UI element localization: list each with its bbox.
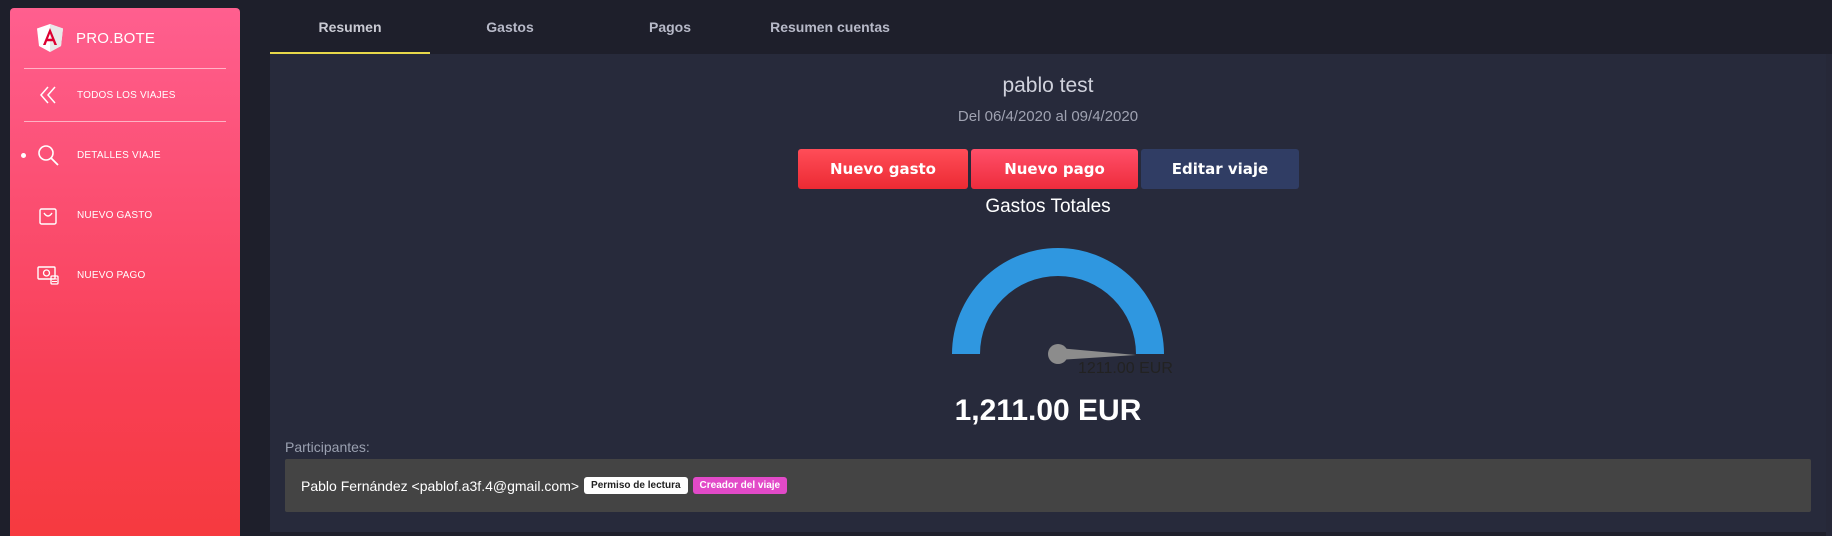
tab-resumen-cuentas[interactable]: Resumen cuentas xyxy=(750,0,910,54)
sidebar-item-trip-details[interactable]: DETALLES VIAJE xyxy=(10,130,240,180)
money-icon xyxy=(36,263,60,287)
brand[interactable]: PRO.BOTE xyxy=(10,8,240,68)
trip-dates: Del 06/4/2020 al 09/4/2020 xyxy=(957,108,1139,125)
divider xyxy=(24,121,226,122)
tab-bar: Resumen Gastos Pagos Resumen cuentas xyxy=(270,0,910,54)
summary-panel: pablo test Del 06/4/2020 al 09/4/2020 Nu… xyxy=(270,54,1826,532)
trip-creator-badge: Creador del viaje xyxy=(692,477,788,494)
new-payment-button[interactable]: Nuevo pago xyxy=(971,149,1138,189)
sidebar-item-label: NUEVO GASTO xyxy=(77,209,153,221)
tab-gastos[interactable]: Gastos xyxy=(430,0,590,54)
sidebar: PRO.BOTE TODOS LOS VIAJES DETALLES VIAJE… xyxy=(10,8,240,536)
participants-list: Pablo Fernández <pablof.a3f.4@gmail.com>… xyxy=(285,459,1811,512)
tab-resumen[interactable]: Resumen xyxy=(270,0,430,54)
participant-name: Pablo Fernández <pablof.a3f.4@gmail.com> xyxy=(301,477,580,494)
action-buttons: Nuevo gasto Nuevo pago Editar viaje xyxy=(798,149,1299,189)
angular-logo-icon xyxy=(37,24,63,52)
read-permission-badge: Permiso de lectura xyxy=(584,477,688,494)
sidebar-item-new-expense[interactable]: NUEVO GASTO xyxy=(10,190,240,240)
gauge-needle xyxy=(1058,348,1136,360)
search-icon xyxy=(36,143,60,167)
scrollbar[interactable] xyxy=(1826,54,1832,536)
gauge-value-label: 1211.00 EUR xyxy=(1078,360,1173,377)
total-amount: 1,211.00 EUR xyxy=(954,394,1142,427)
shopping-bag-icon xyxy=(36,203,60,227)
participants-label: Participantes: xyxy=(285,439,370,455)
sidebar-item-label: DETALLES VIAJE xyxy=(77,149,161,161)
sidebar-item-label: NUEVO PAGO xyxy=(77,269,146,281)
gauge-arc xyxy=(952,248,1164,354)
sidebar-item-all-trips[interactable]: TODOS LOS VIAJES xyxy=(10,69,240,121)
new-expense-button[interactable]: Nuevo gasto xyxy=(798,149,968,189)
active-indicator xyxy=(21,153,26,158)
tab-pagos[interactable]: Pagos xyxy=(590,0,750,54)
total-expenses-label: Gastos Totales xyxy=(985,196,1111,217)
trip-title: pablo test xyxy=(1002,74,1094,97)
sidebar-item-new-payment[interactable]: NUEVO PAGO xyxy=(10,250,240,300)
sidebar-item-label: TODOS LOS VIAJES xyxy=(77,89,176,101)
brand-name: PRO.BOTE xyxy=(76,29,156,47)
gauge-pivot xyxy=(1048,344,1068,364)
edit-trip-button[interactable]: Editar viaje xyxy=(1141,149,1299,189)
double-chevron-left-icon xyxy=(36,83,60,107)
